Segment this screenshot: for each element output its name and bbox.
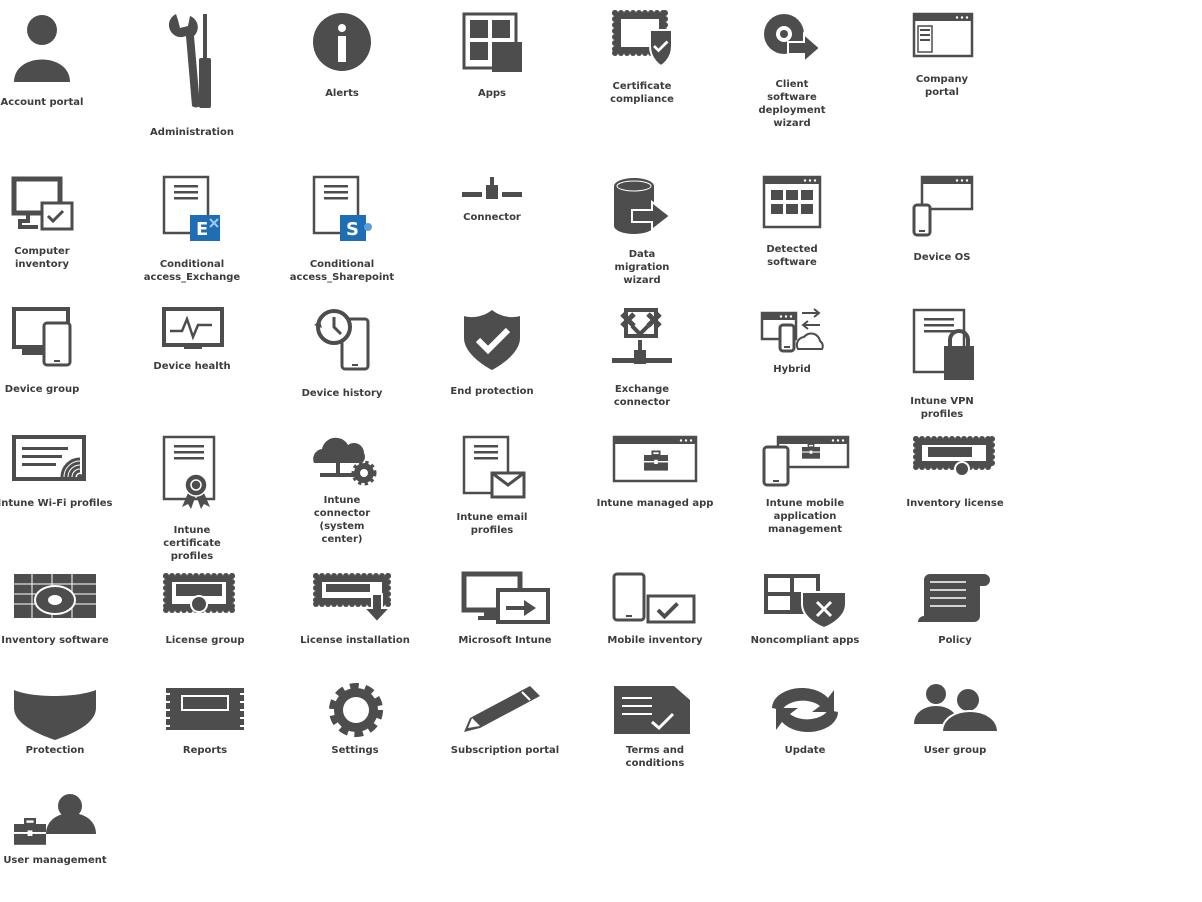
icon-label: Noncompliant apps <box>750 635 860 646</box>
icon-label: Reports <box>182 745 228 756</box>
wifi-certificate-icon <box>12 435 86 481</box>
icon-label: Conditional access_Sharepoint <box>289 259 395 283</box>
icon-label: Administration <box>150 127 234 138</box>
license-certificate-icon <box>913 436 995 477</box>
connector-icon <box>462 177 522 199</box>
heartbeat-monitor-icon <box>162 307 224 349</box>
svg-text:S: S <box>346 219 359 240</box>
icon-label: Microsoft Intune <box>458 635 552 646</box>
icon-label: Device group <box>4 384 80 395</box>
icon-label: Hybrid <box>773 364 811 375</box>
hybrid-cloud-icon <box>760 308 824 353</box>
icon-label: User group <box>923 745 987 756</box>
icon-label: Intune certificate profiles <box>163 525 221 562</box>
icon-label: Device OS <box>913 252 971 263</box>
license-group-icon <box>163 573 235 613</box>
icon-label: Mobile inventory <box>607 635 703 646</box>
icon-label: Intune Wi-Fi profiles <box>0 498 113 509</box>
pencil-icon <box>464 686 540 732</box>
refresh-icon <box>772 687 838 733</box>
icon-label: End protection <box>450 386 534 397</box>
shield-wide-icon <box>14 690 96 740</box>
icon-label: Settings <box>331 745 379 756</box>
icon-label: Device health <box>153 361 231 372</box>
icon-label: Protection <box>25 745 85 756</box>
icon-label: Company portal <box>915 74 969 98</box>
svg-text:E: E <box>196 219 208 240</box>
icon-label: Intune email profiles <box>456 512 528 536</box>
icon-label: Intune VPN profiles <box>910 396 974 420</box>
icon-label: Detected software <box>766 244 818 268</box>
phone-checklist-icon <box>612 572 696 624</box>
icon-label: Intune mobile application management <box>765 498 845 535</box>
icon-label: Data migration wizard <box>614 249 670 286</box>
window-toolbox-icon <box>612 435 698 483</box>
icon-label: License installation <box>300 635 410 646</box>
icon-label: Policy <box>938 635 972 646</box>
monitors-arrow-icon <box>461 571 550 624</box>
document-lock-icon <box>912 308 974 380</box>
user-toolbox-icon <box>14 794 96 845</box>
wrench-screwdriver-icon <box>168 14 211 108</box>
license-download-icon <box>313 573 393 624</box>
icon-label: Update <box>784 745 826 756</box>
apps-shield-x-icon <box>764 574 847 630</box>
icon-label: Account portal <box>0 97 84 108</box>
users-icon <box>914 684 1000 733</box>
document-ribbon-icon <box>162 435 216 509</box>
gear-icon <box>329 683 383 737</box>
icon-label: Intune connector (system center) <box>313 495 371 545</box>
icon-label: Inventory software <box>1 635 109 646</box>
icon-label: Client software deployment wizard <box>758 79 826 129</box>
icon-label: Intune managed app <box>596 498 714 509</box>
icon-label: Inventory license <box>906 498 1004 509</box>
icon-label: Connector <box>463 212 521 223</box>
icon-label: Apps <box>477 88 506 99</box>
table-disc-icon <box>14 574 96 618</box>
scroll-icon <box>918 574 990 622</box>
icon-label: Certificate compliance <box>610 81 674 105</box>
icon-label: Device history <box>301 388 383 399</box>
notebook-icon <box>164 688 246 730</box>
icon-label: Conditional access_Exchange <box>143 259 241 283</box>
icon-label: Subscription portal <box>450 745 560 756</box>
icon-label: Terms and conditions <box>625 745 685 769</box>
icon-label: Exchange connector <box>613 384 671 408</box>
icon-label: Computer inventory <box>14 246 70 270</box>
icon-label: User management <box>3 855 107 866</box>
icon-label: License group <box>165 635 245 646</box>
icon-label: Alerts <box>325 88 359 99</box>
